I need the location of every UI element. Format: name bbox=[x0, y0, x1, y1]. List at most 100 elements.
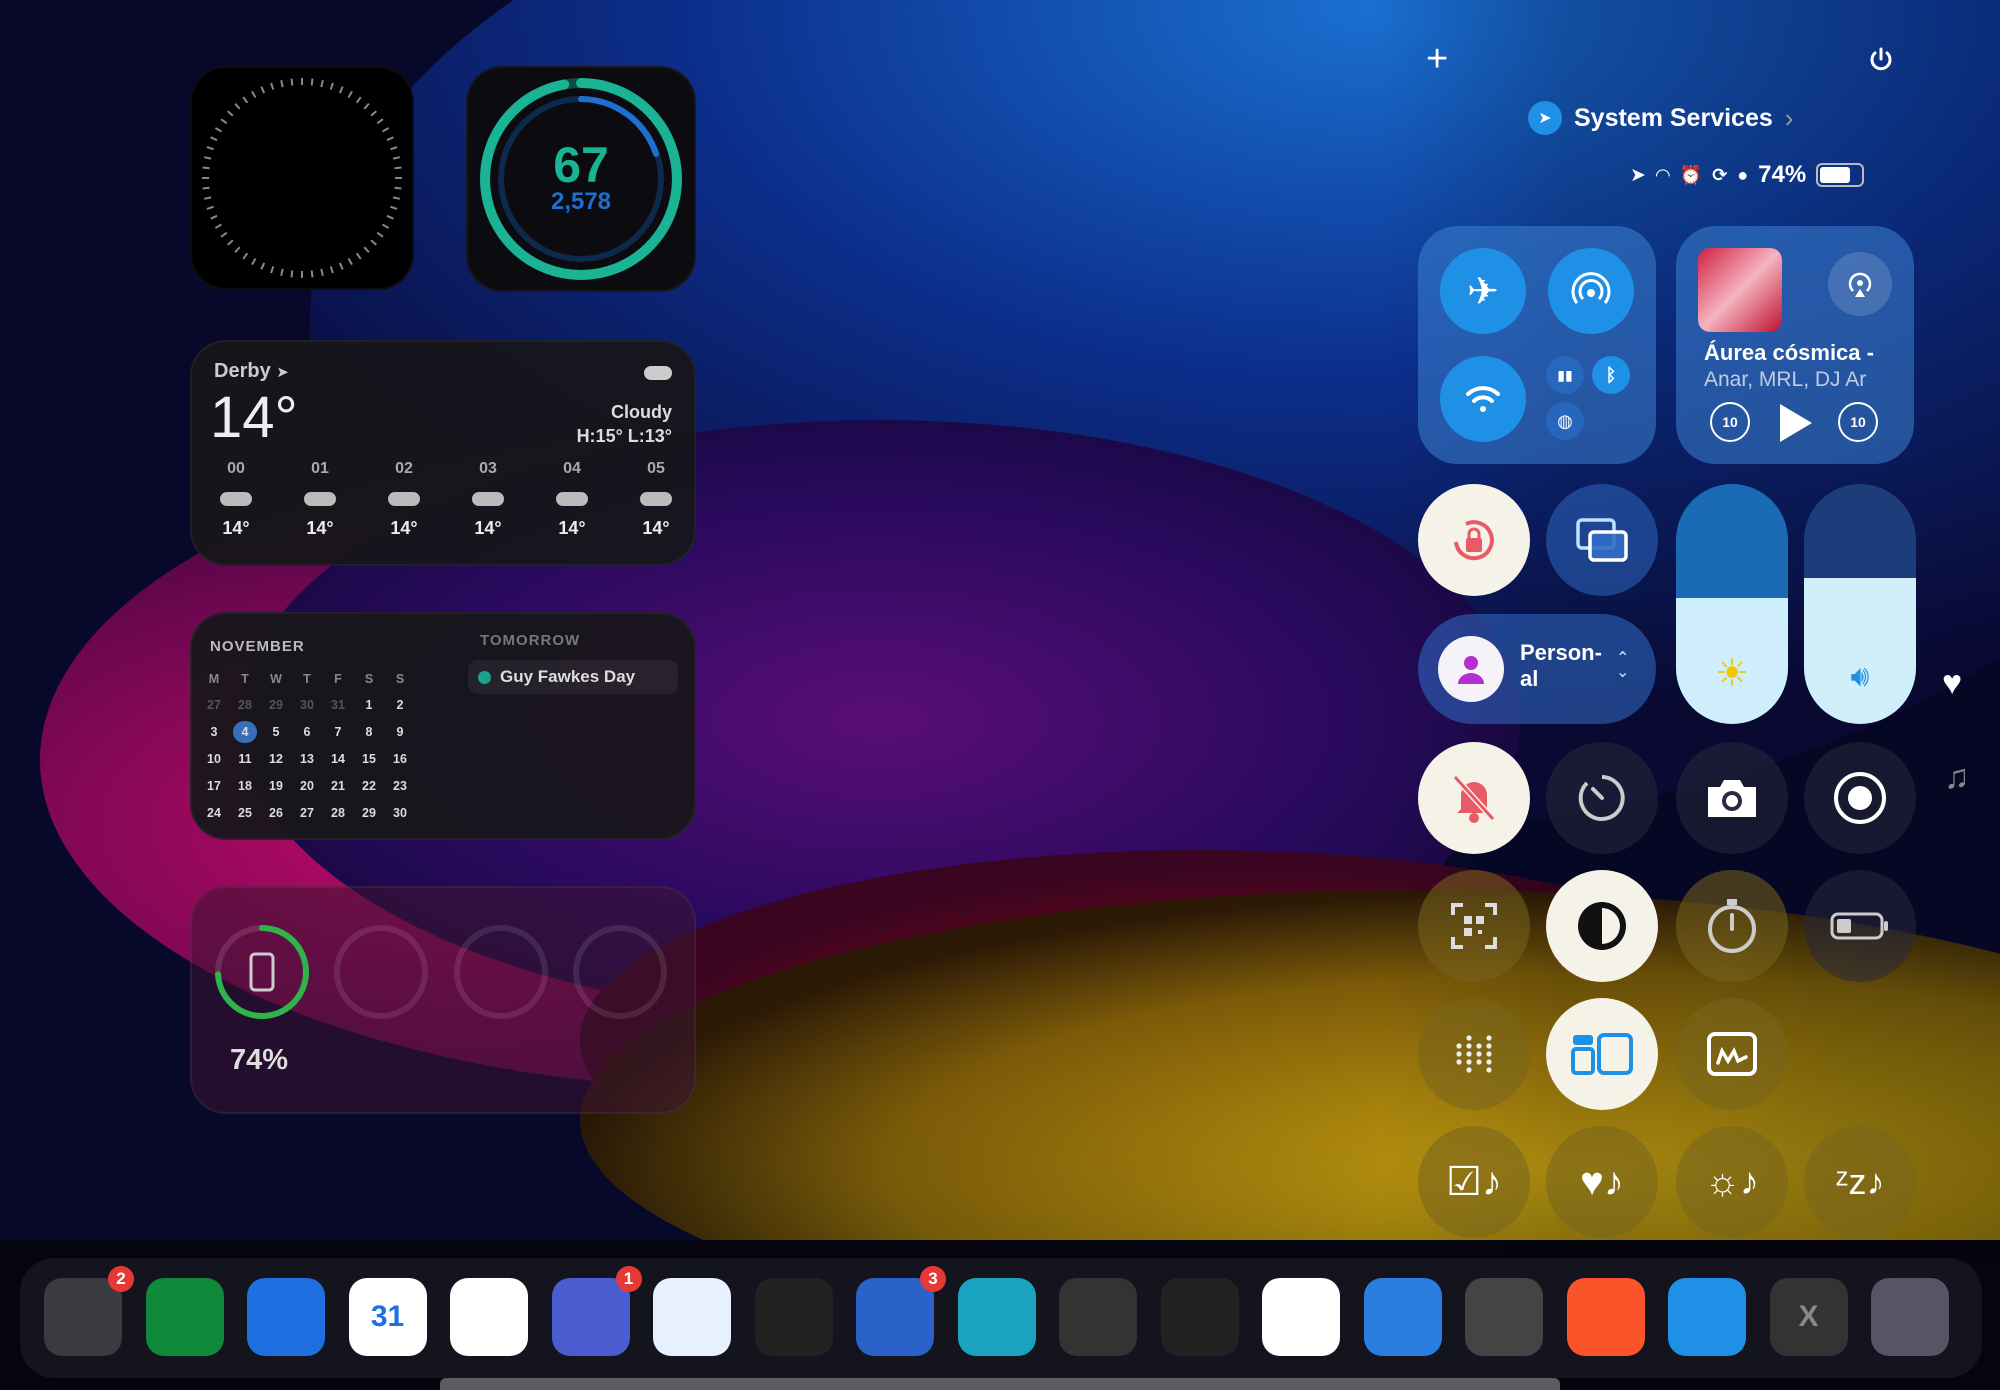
calendar-day[interactable]: 26 bbox=[264, 806, 288, 820]
calendar-day[interactable]: 21 bbox=[326, 779, 350, 793]
wifi-icon bbox=[1466, 386, 1500, 412]
calendar-day[interactable]: 19 bbox=[264, 779, 288, 793]
app-library-app-icon[interactable] bbox=[1871, 1278, 1949, 1356]
music-sunrise-button[interactable]: ☼♪ bbox=[1676, 1126, 1788, 1238]
calendar-day[interactable]: 8 bbox=[357, 725, 381, 739]
calendar-day[interactable]: 10 bbox=[202, 752, 226, 766]
calendar-day[interactable]: 30 bbox=[388, 806, 412, 820]
perplexity-app-icon[interactable] bbox=[957, 1278, 1036, 1356]
weather-app-icon[interactable] bbox=[1059, 1278, 1137, 1356]
code-scanner-button[interactable] bbox=[1418, 870, 1530, 982]
calendar-day[interactable]: 5 bbox=[264, 725, 288, 739]
calendar-day[interactable]: 25 bbox=[233, 806, 257, 820]
play-button[interactable] bbox=[1780, 404, 1812, 442]
heart-icon[interactable]: ♥ bbox=[1942, 664, 1962, 703]
whatsapp-app-icon[interactable] bbox=[145, 1278, 224, 1356]
calendar-day[interactable]: 20 bbox=[295, 779, 319, 793]
x-app-icon[interactable]: X bbox=[1769, 1278, 1848, 1356]
calendar-day[interactable]: 30 bbox=[295, 698, 319, 712]
calendar-day[interactable]: 22 bbox=[357, 779, 381, 793]
low-power-mode-button[interactable] bbox=[1804, 870, 1916, 982]
calendar-day[interactable]: 31 bbox=[326, 698, 350, 712]
calendar-day[interactable]: 15 bbox=[357, 752, 381, 766]
vpn-button[interactable]: ◍ bbox=[1546, 402, 1584, 440]
music-health-button[interactable]: ♥♪ bbox=[1546, 1126, 1658, 1238]
calendar-widget[interactable]: NOVEMBER M T W T F S S 27 28 29 30 31 1 2 3 4 5 6 7 8 9 10 11 1… bbox=[190, 612, 696, 840]
google-fit-app-icon[interactable] bbox=[754, 1278, 833, 1356]
add-control-button[interactable]: + bbox=[1426, 38, 1448, 81]
rotation-lock-button[interactable] bbox=[1418, 484, 1530, 596]
google-maps-app-icon[interactable] bbox=[450, 1278, 528, 1356]
screen-mirroring-button[interactable] bbox=[1546, 484, 1658, 596]
calendar-day[interactable]: 3 bbox=[202, 725, 226, 739]
location-services-row[interactable]: ➤ System Services › bbox=[1528, 98, 1793, 138]
volume-slider[interactable]: 🔊︎ bbox=[1804, 484, 1916, 724]
calendar-day[interactable]: 29 bbox=[264, 698, 288, 712]
photos-app-icon[interactable] bbox=[1262, 1278, 1340, 1356]
calendar-day[interactable]: 28 bbox=[326, 806, 350, 820]
bitwarden-app-icon[interactable] bbox=[653, 1278, 731, 1356]
calendar-day[interactable]: 16 bbox=[388, 752, 412, 766]
calendar-event[interactable]: Guy Fawkes Day bbox=[468, 660, 678, 694]
timer-button[interactable] bbox=[1546, 742, 1658, 854]
calendar-day[interactable]: 27 bbox=[202, 698, 226, 712]
calendar-day[interactable]: 14 bbox=[326, 752, 350, 766]
calendar-day[interactable]: 9 bbox=[388, 725, 412, 739]
calendar-day[interactable]: 29 bbox=[357, 806, 381, 820]
calendar-day[interactable]: 23 bbox=[388, 779, 412, 793]
calendar-day[interactable]: 6 bbox=[295, 725, 319, 739]
batteries-widget[interactable]: 74% bbox=[190, 886, 696, 1114]
airdrop-button[interactable] bbox=[1548, 248, 1634, 334]
teams-app-icon[interactable]: 1 bbox=[551, 1266, 642, 1356]
stage-manager-button[interactable] bbox=[1546, 998, 1658, 1110]
calendar-day[interactable]: 2 bbox=[388, 698, 412, 712]
dark-mode-button[interactable] bbox=[1546, 870, 1658, 982]
stopwatch-button[interactable] bbox=[1676, 870, 1788, 982]
quick-note-button[interactable] bbox=[1676, 998, 1788, 1110]
now-playing-panel[interactable]: Áurea cósmica - Anar, MRL, DJ Ar 10 10 bbox=[1676, 226, 1914, 464]
skip-forward-button[interactable]: 10 bbox=[1838, 402, 1878, 442]
clock-widget[interactable] bbox=[190, 66, 414, 290]
app-store-app-icon[interactable] bbox=[247, 1278, 325, 1356]
calendar-day[interactable]: 24 bbox=[202, 806, 226, 820]
music-sleep-button[interactable]: ᶻz♪ bbox=[1804, 1126, 1916, 1238]
google-calendar-app-icon[interactable]: 31 bbox=[348, 1278, 427, 1356]
brightness-slider[interactable]: ☀ bbox=[1676, 484, 1788, 724]
spark-app-icon[interactable]: 3 bbox=[856, 1266, 946, 1356]
airplane-mode-button[interactable]: ✈ bbox=[1440, 248, 1526, 334]
wifi-button[interactable] bbox=[1440, 356, 1526, 442]
safari-app-icon[interactable] bbox=[1668, 1278, 1746, 1356]
voice-control-button[interactable] bbox=[1418, 998, 1530, 1110]
calendar-day[interactable]: 12 bbox=[264, 752, 288, 766]
skip-back-button[interactable]: 10 bbox=[1710, 402, 1750, 442]
utility-app-app-icon[interactable] bbox=[1465, 1278, 1543, 1356]
fitness-widget[interactable]: 67 2,578 bbox=[466, 66, 696, 292]
calendar-day[interactable]: 17 bbox=[202, 779, 226, 793]
calendar-day[interactable]: 7 bbox=[326, 725, 350, 739]
weather-widget[interactable]: Derby ➤ 14° Cloudy H:15° L:13° 00 14° 01 … bbox=[190, 340, 696, 566]
music-focus-button[interactable]: ☑♪ bbox=[1418, 1126, 1530, 1238]
cellular-button[interactable]: ▮▮ bbox=[1546, 356, 1584, 394]
brave-app-icon[interactable] bbox=[1566, 1278, 1645, 1356]
focus-mode-button[interactable]: Person- al ⌃ ⌄ bbox=[1418, 614, 1656, 724]
screen-recording-button[interactable] bbox=[1804, 742, 1916, 854]
music-note-icon[interactable]: ♫ bbox=[1944, 758, 1970, 797]
calendar-day[interactable]: 27 bbox=[295, 806, 319, 820]
calendar-day[interactable]: 1 bbox=[357, 698, 381, 712]
calendar-day[interactable]: 28 bbox=[233, 698, 257, 712]
power-icon[interactable] bbox=[1868, 46, 1894, 72]
camera-lens-app-icon[interactable] bbox=[1160, 1278, 1239, 1356]
bluetooth-button[interactable]: ᛒ bbox=[1592, 356, 1630, 394]
calendar-day[interactable]: 11 bbox=[233, 752, 257, 766]
forecast-temp: 14° bbox=[474, 518, 502, 538]
calendar-day[interactable]: 4 bbox=[233, 721, 257, 743]
files-app-icon[interactable] bbox=[1363, 1278, 1442, 1356]
sleep-music-icon: ᶻz♪ bbox=[1835, 1161, 1885, 1202]
calendar-day[interactable]: 13 bbox=[295, 752, 319, 766]
silent-mode-button[interactable] bbox=[1418, 742, 1530, 854]
calendar-day[interactable]: 18 bbox=[233, 779, 257, 793]
camera-button[interactable] bbox=[1676, 742, 1788, 854]
airplay-button[interactable] bbox=[1828, 252, 1892, 316]
calendar-month: NOVEMBER bbox=[210, 638, 305, 655]
settings-app-icon[interactable]: 2 bbox=[44, 1266, 134, 1356]
